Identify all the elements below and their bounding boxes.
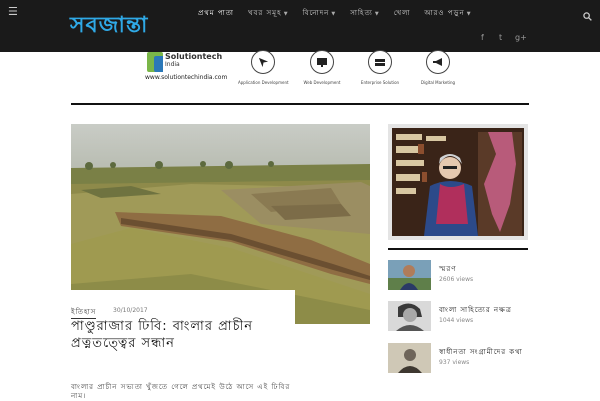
sidebar-post-title[interactable]: বাংলা সাহিত্যের নক্ষত্র [439,304,512,316]
featured-post-card: ইতিহাস 30/10/2017 পাণ্ডুরাজার ঢিবি: বাংল… [71,290,295,400]
site-logo[interactable]: সবজান্তা [70,8,148,45]
megaphone-icon [426,50,450,74]
sidebar-post[interactable]: বাংলা সাহিত্যের নক্ষত্র 1044 views [388,301,528,335]
post-title[interactable]: পাণ্ডুরাজার ঢিবি: বাংলার প্রাচীন প্রত্নত… [71,318,295,352]
sidebar-post-title[interactable]: স্মরণ [439,263,456,275]
service-digital-marketing: Digital Marketing [413,50,463,85]
sidebar-divider [388,248,528,250]
sidebar-post[interactable]: স্মরণ 2606 views [388,260,528,294]
sidebar-post[interactable]: স্বাধীনতা সংগ্রামীদের কথা 937 views [388,343,528,377]
service-web-dev: Web Development [297,50,347,85]
chevron-down-icon: ▼ [374,11,380,17]
search-icon[interactable] [583,6,592,25]
twitter-icon[interactable]: t [499,33,502,42]
sidebar-post-thumbnail[interactable] [388,301,431,331]
nav-item-sports[interactable]: খেলা [394,7,411,19]
chevron-down-icon: ▼ [331,11,337,17]
sidebar-post-views: 937 views [439,359,470,366]
sidebar-post-title[interactable]: স্বাধীনতা সংগ্রামীদের কথা [439,346,523,358]
top-navbar: ☰ সবজান্তা প্রথম পাতা খবর সমূহ ▼ বিনোদন ▼ … [0,0,600,52]
cursor-icon [251,50,275,74]
facebook-icon[interactable]: f [481,33,484,42]
service-enterprise: Enterprise Solution [355,50,405,85]
sidebar-post-views: 1044 views [439,317,474,324]
post-excerpt: বাংলার প্রাচীন সভ্যতা খুঁজতে গেলে প্রথমে… [71,383,291,400]
server-icon [368,50,392,74]
nav-item-more[interactable]: আরও পড়ুন ▼ [424,7,471,19]
nav-item-home[interactable]: প্রথম পাতা [198,7,234,19]
sidebar-feature-photo[interactable] [388,124,528,240]
solutiontech-logo [147,52,163,72]
google-plus-icon[interactable]: g+ [515,33,527,42]
sidebar-post-views: 2606 views [439,276,474,283]
banner-brand-name: Solutiontech [165,52,223,61]
nav-item-news[interactable]: খবর সমূহ ▼ [248,7,289,19]
menu-icon[interactable]: ☰ [8,6,18,18]
banner-url: www.solutiontechindia.com [145,74,228,81]
sidebar-post-thumbnail[interactable] [388,343,431,373]
service-app-dev: Application Development [238,50,289,85]
sidebar-post-thumbnail[interactable] [388,260,431,290]
ad-banner[interactable]: Solutiontech India www.solutiontechindia… [143,50,463,88]
main-nav: প্রথম পাতা খবর সমূহ ▼ বিনোদন ▼ সাহিত্য ▼ খে… [198,7,486,19]
nav-item-entertainment[interactable]: বিনোদন ▼ [303,7,337,19]
monitor-icon [310,50,334,74]
post-date: 30/10/2017 [113,307,148,314]
chevron-down-icon: ▼ [283,11,289,17]
banner-brand-sub: India [165,61,180,68]
chevron-down-icon: ▼ [466,11,472,17]
section-divider [71,103,529,105]
nav-item-literature[interactable]: সাহিত্য ▼ [350,7,379,19]
